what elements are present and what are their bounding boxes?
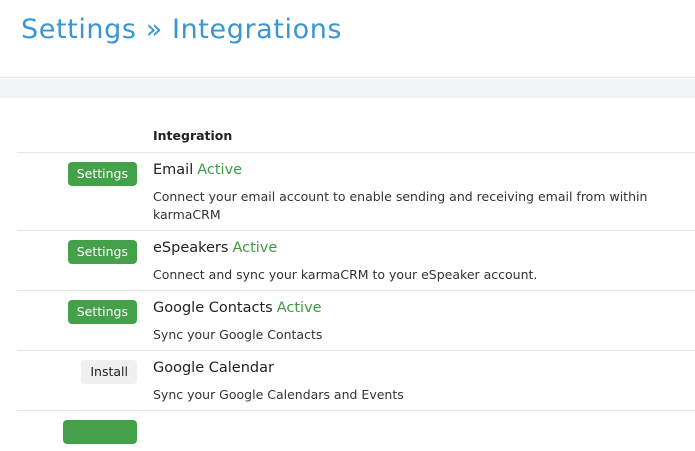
google-contacts-settings-button[interactable]: Settings xyxy=(67,300,137,324)
integration-name-label: Google Calendar xyxy=(153,360,274,376)
integration-name: Email Active xyxy=(153,162,242,178)
integration-name: eSpeakers Active xyxy=(153,240,277,256)
status-active: Active xyxy=(197,162,243,178)
integration-description: Connect your email account to enable sen… xyxy=(153,189,648,222)
email-settings-button[interactable]: Settings xyxy=(67,162,137,186)
integration-description: Sync your Google Calendars and Events xyxy=(153,387,404,402)
integration-name-label: eSpeakers xyxy=(153,240,229,256)
table-row-partial xyxy=(17,411,695,451)
partial-settings-button[interactable] xyxy=(63,420,137,444)
table-row-google-calendar: Install Google Calendar Sync your Google… xyxy=(17,351,695,411)
table-row-google-contacts: Settings Google Contacts Active Sync your… xyxy=(17,291,695,351)
google-calendar-install-button[interactable]: Install xyxy=(81,360,137,384)
page-title: Settings » Integrations xyxy=(21,14,343,45)
integration-column-header: Integration xyxy=(153,128,233,143)
page-header: Settings » Integrations xyxy=(0,0,695,78)
integration-description: Sync your Google Contacts xyxy=(153,327,323,342)
integration-name-label: Email xyxy=(153,162,194,178)
integration-name: Google Calendar xyxy=(153,360,278,376)
integration-name: Google Contacts Active xyxy=(153,300,322,316)
status-active: Active xyxy=(232,240,278,256)
integration-description: Connect and sync your karmaCRM to your e… xyxy=(153,267,538,282)
status-active: Active xyxy=(276,300,322,316)
espeakers-settings-button[interactable]: Settings xyxy=(67,240,137,264)
content-band xyxy=(0,79,695,98)
table-row-espeakers: Settings eSpeakers Active Connect and syn… xyxy=(17,231,695,291)
table-row-email: Settings Email Active Connect your email … xyxy=(17,153,695,231)
integration-name-label: Google Contacts xyxy=(153,300,273,316)
